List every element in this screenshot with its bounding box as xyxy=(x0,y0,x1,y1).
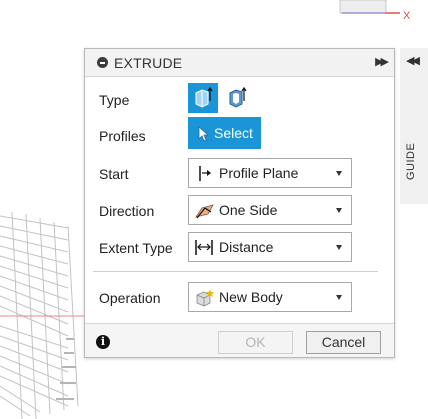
new-body-icon xyxy=(196,289,214,307)
profiles-label: Profiles xyxy=(99,128,146,144)
dialog-title: EXTRUDE xyxy=(114,55,183,71)
operation-dropdown[interactable]: New Body xyxy=(188,282,352,312)
solid-extrude-icon xyxy=(195,86,213,108)
guide-tab-label[interactable]: GUIDE xyxy=(405,143,417,180)
type-thin-button[interactable] xyxy=(222,83,252,113)
distance-icon xyxy=(195,240,213,255)
direction-label: Direction xyxy=(99,203,155,219)
operation-label: Operation xyxy=(99,290,161,306)
dialog-footer: i OK Cancel xyxy=(85,323,394,357)
extrude-dialog: EXTRUDE ▶▶ Type Profiles Select Start Pr… xyxy=(84,48,395,358)
start-dropdown[interactable]: Profile Plane xyxy=(188,158,352,188)
profiles-select-button[interactable]: Select xyxy=(188,117,261,149)
info-icon[interactable]: i xyxy=(96,335,110,349)
direction-value: One Side xyxy=(219,202,278,218)
view-cube[interactable] xyxy=(339,0,400,14)
collapse-dialog-icon[interactable] xyxy=(97,57,108,68)
type-solid-button[interactable] xyxy=(188,83,218,113)
thin-extrude-icon xyxy=(229,86,247,108)
chevron-down-icon xyxy=(336,245,342,250)
extent-type-dropdown[interactable]: Distance xyxy=(188,232,352,262)
extent-type-label: Extent Type xyxy=(99,240,173,256)
start-value: Profile Plane xyxy=(219,165,299,181)
cursor-arrow-icon xyxy=(198,126,210,142)
type-label: Type xyxy=(99,92,130,108)
x-axis-label: X xyxy=(403,10,411,22)
extent-type-value: Distance xyxy=(219,239,274,255)
chevron-down-icon xyxy=(336,295,342,300)
cancel-button[interactable]: Cancel xyxy=(306,331,381,354)
profile-plane-icon xyxy=(199,166,211,181)
select-button-label: Select xyxy=(214,125,253,141)
section-divider xyxy=(93,271,378,272)
collapse-left-icon[interactable]: ◀◀ xyxy=(406,54,420,67)
one-side-icon xyxy=(195,204,214,219)
start-label: Start xyxy=(99,166,129,182)
direction-dropdown[interactable]: One Side xyxy=(188,195,352,225)
guide-panel[interactable]: ◀◀ GUIDE xyxy=(400,48,428,204)
chevron-down-icon xyxy=(336,208,342,213)
expand-dialog-icon[interactable]: ▶▶ xyxy=(375,55,389,68)
chevron-down-icon xyxy=(336,171,342,176)
operation-value: New Body xyxy=(219,289,283,305)
dialog-header[interactable]: EXTRUDE ▶▶ xyxy=(85,49,394,77)
ok-button[interactable]: OK xyxy=(218,331,293,354)
